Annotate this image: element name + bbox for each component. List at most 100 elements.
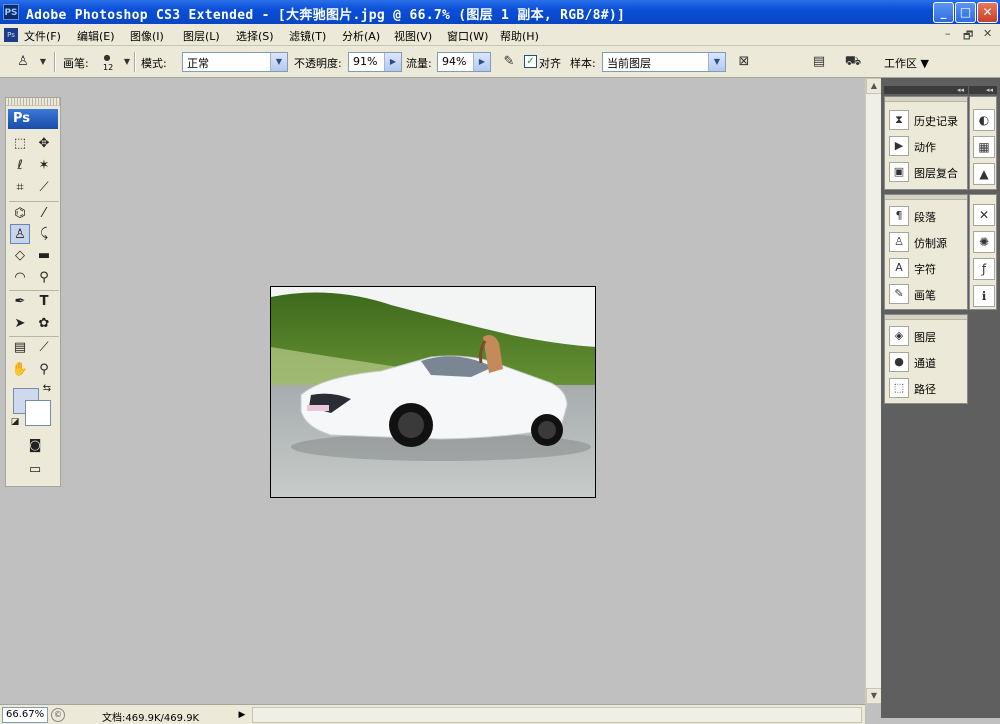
panel-paragraph[interactable]: ¶ 段落 [887, 204, 967, 228]
vertical-scrollbar[interactable]: ▲ ▼ [865, 78, 882, 704]
scroll-up-icon[interactable]: ▲ [866, 78, 882, 94]
styles-fx-icon[interactable]: ƒ [973, 258, 995, 280]
info-icon[interactable]: ℹ [973, 285, 995, 307]
menu-edit[interactable]: 编辑(E) [77, 28, 115, 44]
bridge-icon[interactable]: ⛟ [844, 54, 862, 70]
flow-input[interactable]: 94% ▶ [437, 52, 491, 72]
hand-tool-icon[interactable]: ✋ [10, 360, 30, 380]
sample-select[interactable]: 当前图层 ▼ [602, 52, 726, 72]
panel-layer-comps[interactable]: ▣ 图层复合 [887, 160, 967, 184]
panel-paths[interactable]: ⬚ 路径 [887, 376, 967, 400]
quick-mask-icon[interactable]: ◙ [24, 436, 46, 456]
navigator-icon[interactable]: ◐ [973, 109, 995, 131]
tool-preset-dropdown-icon[interactable]: ▼ [34, 54, 52, 70]
maximize-button[interactable]: □ [955, 2, 976, 23]
chevron-down-icon[interactable]: ▼ [270, 53, 287, 71]
document-size-info: 文档:469.9K/469.9K [102, 713, 200, 724]
panel-character[interactable]: A 字符 [887, 256, 967, 280]
marquee-tool-icon[interactable]: ⬚ [10, 134, 30, 154]
menu-filter[interactable]: 滤镜(T) [289, 28, 326, 44]
zoom-tool-icon[interactable]: ⚲ [34, 360, 54, 380]
menu-view[interactable]: 视图(V) [394, 28, 432, 44]
dodge-tool-icon[interactable]: ⚲ [34, 268, 54, 288]
panel-actions[interactable]: ▶ 动作 [887, 134, 967, 158]
minimize-button[interactable]: _ [933, 2, 954, 23]
menu-analysis[interactable]: 分析(A) [342, 28, 380, 44]
doc-restore-button[interactable]: 🗗 [963, 27, 973, 46]
palette-well-icon[interactable]: ▤ [810, 54, 828, 70]
panel-dock-header[interactable]: ◂◂ [884, 86, 968, 94]
scroll-down-icon[interactable]: ▼ [866, 688, 882, 704]
histogram-icon[interactable]: ▲ [973, 163, 995, 185]
window-title: Adobe Photoshop CS3 Extended - [大奔驰图片.jp… [26, 8, 626, 23]
workspace-menu[interactable]: 工作区 ▼ [884, 55, 929, 71]
document-icon[interactable]: Ps [4, 28, 18, 42]
brush-tool-icon[interactable]: ⁄ [34, 204, 54, 224]
eyedropper-tool-icon[interactable]: ⟋ [34, 338, 54, 358]
toolbox-ps-badge[interactable]: Ps [8, 109, 58, 129]
move-tool-icon[interactable]: ✥ [34, 134, 54, 154]
close-button[interactable]: ✕ [977, 2, 998, 23]
pen-tool-icon[interactable]: ✒ [10, 292, 30, 312]
options-bar: ♙ ▼ 画笔: ● 12 ▼ 模式: 正常 ▼ 不透明度: 91% ▶ 流量: … [0, 46, 1000, 78]
blur-tool-icon[interactable]: ◠ [10, 268, 30, 288]
clone-stamp-tool-icon[interactable]: ♙ [10, 224, 30, 244]
car-photo [271, 287, 595, 497]
eraser-tool-icon[interactable]: ◇ [10, 246, 30, 266]
slice-tool-icon[interactable]: ⟋ [34, 178, 54, 198]
crop-tool-icon[interactable]: ⌗ [10, 178, 30, 198]
panel-layers[interactable]: ◈ 图层 [887, 324, 967, 348]
aligned-checkbox[interactable]: ✓ [524, 55, 537, 68]
opacity-input[interactable]: 91% ▶ [348, 52, 402, 72]
status-menu-arrow-icon[interactable]: ▶ [236, 708, 248, 722]
ignore-adjustment-layers-icon[interactable]: ⊠ [735, 54, 753, 70]
doc-minimize-button[interactable]: – [945, 27, 951, 40]
panel-group-grip[interactable] [885, 315, 967, 320]
panel-channels[interactable]: ● 通道 [887, 350, 967, 374]
menu-file[interactable]: 文件(F) [24, 28, 61, 44]
panel-brushes[interactable]: ✎ 画笔 [887, 282, 967, 306]
menu-help[interactable]: 帮助(H) [500, 28, 539, 44]
horizontal-scrollbar[interactable] [252, 707, 862, 723]
healing-brush-tool-icon[interactable]: ⌬ [10, 204, 30, 224]
screen-mode-icon[interactable]: ▭ [24, 460, 46, 480]
doc-close-button[interactable]: ✕ [983, 27, 992, 40]
panel-layers-label: 图层 [914, 331, 936, 344]
background-color-swatch[interactable] [25, 400, 51, 426]
swap-colors-icon[interactable]: ⇆ [40, 382, 54, 396]
flow-slider-arrow-icon[interactable]: ▶ [473, 53, 490, 71]
shape-tool-icon[interactable]: ✿ [34, 314, 54, 334]
clone-stamp-tool-preset-icon[interactable]: ♙ [14, 54, 32, 70]
menu-select[interactable]: 选择(S) [236, 28, 274, 44]
swatches-icon[interactable]: ▦ [973, 136, 995, 158]
opacity-slider-arrow-icon[interactable]: ▶ [384, 53, 401, 71]
mode-select[interactable]: 正常 ▼ [182, 52, 288, 72]
panel-group-grip[interactable] [885, 195, 967, 200]
zoom-level-field[interactable]: 66.67% [2, 707, 48, 723]
color-wheel-icon[interactable]: ✺ [973, 231, 995, 253]
status-info-icon[interactable]: © [51, 708, 65, 722]
magic-wand-tool-icon[interactable]: ✶ [34, 156, 54, 176]
photoshop-app-icon[interactable]: PS [3, 4, 19, 20]
toolbox-grip[interactable] [6, 98, 60, 106]
panel-layer-comps-label: 图层复合 [914, 167, 958, 180]
path-selection-tool-icon[interactable]: ➤ [10, 314, 30, 334]
panel-group-grip[interactable] [885, 97, 967, 102]
menu-layer[interactable]: 图层(L) [183, 28, 220, 44]
menu-image[interactable]: 图像(I) [130, 28, 164, 44]
menu-window[interactable]: 窗口(W) [447, 28, 488, 44]
panel-clone-source[interactable]: ♙ 仿制源 [887, 230, 967, 254]
icon-dock-header[interactable]: ◂◂ [969, 86, 997, 94]
default-colors-icon[interactable]: ◪ [9, 416, 21, 428]
chevron-down-icon[interactable]: ▼ [708, 53, 725, 71]
lasso-tool-icon[interactable]: ℓ [10, 156, 30, 176]
document-image[interactable] [270, 286, 596, 498]
gradient-tool-icon[interactable]: ▬ [34, 246, 54, 266]
history-brush-tool-icon[interactable]: ⤹ [34, 224, 54, 244]
panel-history[interactable]: ⧗ 历史记录 [887, 108, 967, 132]
tool-presets-icon[interactable]: ✕ [973, 204, 995, 226]
airbrush-icon[interactable]: ✎ [500, 54, 518, 70]
panel-group-text: ¶ 段落 ♙ 仿制源 A 字符 ✎ 画笔 [884, 194, 968, 310]
type-tool-icon[interactable]: T [34, 292, 54, 312]
notes-tool-icon[interactable]: ▤ [10, 338, 30, 358]
